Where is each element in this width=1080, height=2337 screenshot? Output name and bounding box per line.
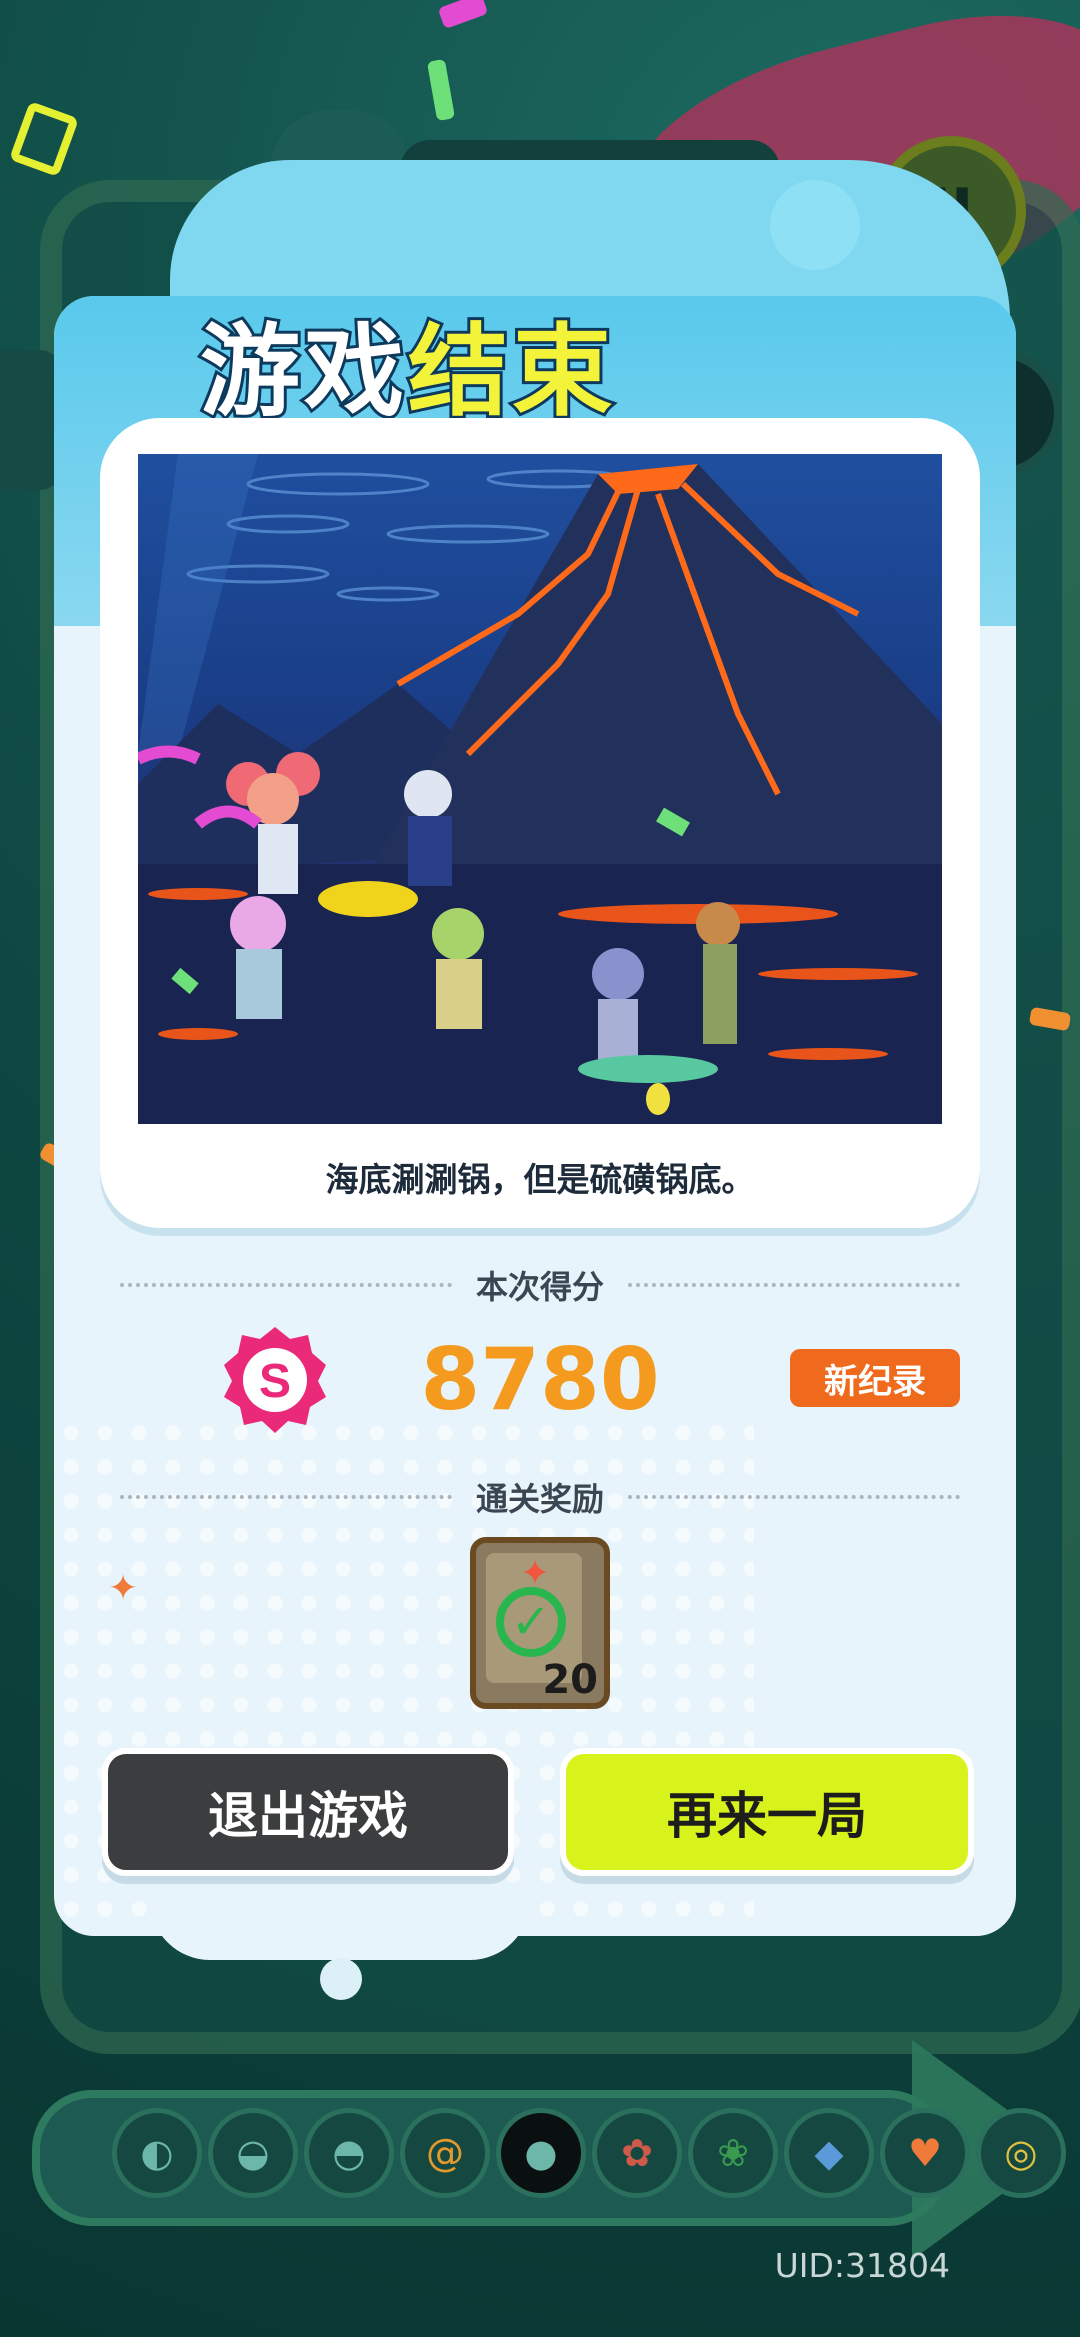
reward-section-header: 通关奖励 xyxy=(120,1474,961,1520)
reward-section-label: 通关奖励 xyxy=(476,1480,605,1518)
user-id: UID:31804 xyxy=(774,2246,950,2285)
splash-drop xyxy=(770,180,860,270)
tray-slot-coral-green: ❀ xyxy=(688,2108,778,2198)
item-tray: ◐ ◒ ◓ @ ● ✿ ❀ ◆ ♥ ◎ xyxy=(112,2108,1066,2198)
tray-slot-crystal: ◆ xyxy=(784,2108,874,2198)
tray-slot-ammonite: @ xyxy=(400,2108,490,2198)
reward-item[interactable]: ✦ ✓ 20 xyxy=(470,1537,610,1709)
new-record-badge: 新纪录 xyxy=(790,1349,960,1407)
exit-game-button[interactable]: 退出游戏 xyxy=(102,1748,514,1876)
ending-illustration xyxy=(138,454,942,1124)
tray-slot-coral: ✿ xyxy=(592,2108,682,2198)
ending-card: 海底涮涮锅，但是硫磺锅底。 xyxy=(100,418,980,1228)
tray-slot-coin: ◎ xyxy=(976,2108,1066,2198)
dialog-tail xyxy=(150,1900,530,1960)
volcano-scene-image xyxy=(138,454,942,1124)
dialog-title: 游戏结束 xyxy=(197,290,616,435)
score-section-header: 本次得分 xyxy=(120,1262,961,1308)
side-tab xyxy=(0,350,60,490)
tray-slot-shell: ◒ xyxy=(208,2108,298,2198)
title-part1: 游戏 xyxy=(197,310,408,433)
tray-slot-shell: ◐ xyxy=(112,2108,202,2198)
reward-count: 20 xyxy=(542,1657,598,1703)
title-part2: 结束 xyxy=(405,310,616,433)
tray-slot-pearl: ● xyxy=(496,2108,586,2198)
score-row: S 8780 新纪录 xyxy=(120,1325,960,1445)
score-section-label: 本次得分 xyxy=(476,1268,605,1306)
sparkle-icon: ✦ xyxy=(108,1568,139,1609)
ending-caption: 海底涮涮锅，但是硫磺锅底。 xyxy=(325,1160,755,1199)
tray-slot-clam: ◓ xyxy=(304,2108,394,2198)
tray-slot-heart-gem: ♥ xyxy=(880,2108,970,2198)
check-icon: ✓ xyxy=(496,1587,566,1657)
play-again-button[interactable]: 再来一局 xyxy=(560,1748,974,1876)
dialog-tail-dot xyxy=(320,1958,362,2000)
